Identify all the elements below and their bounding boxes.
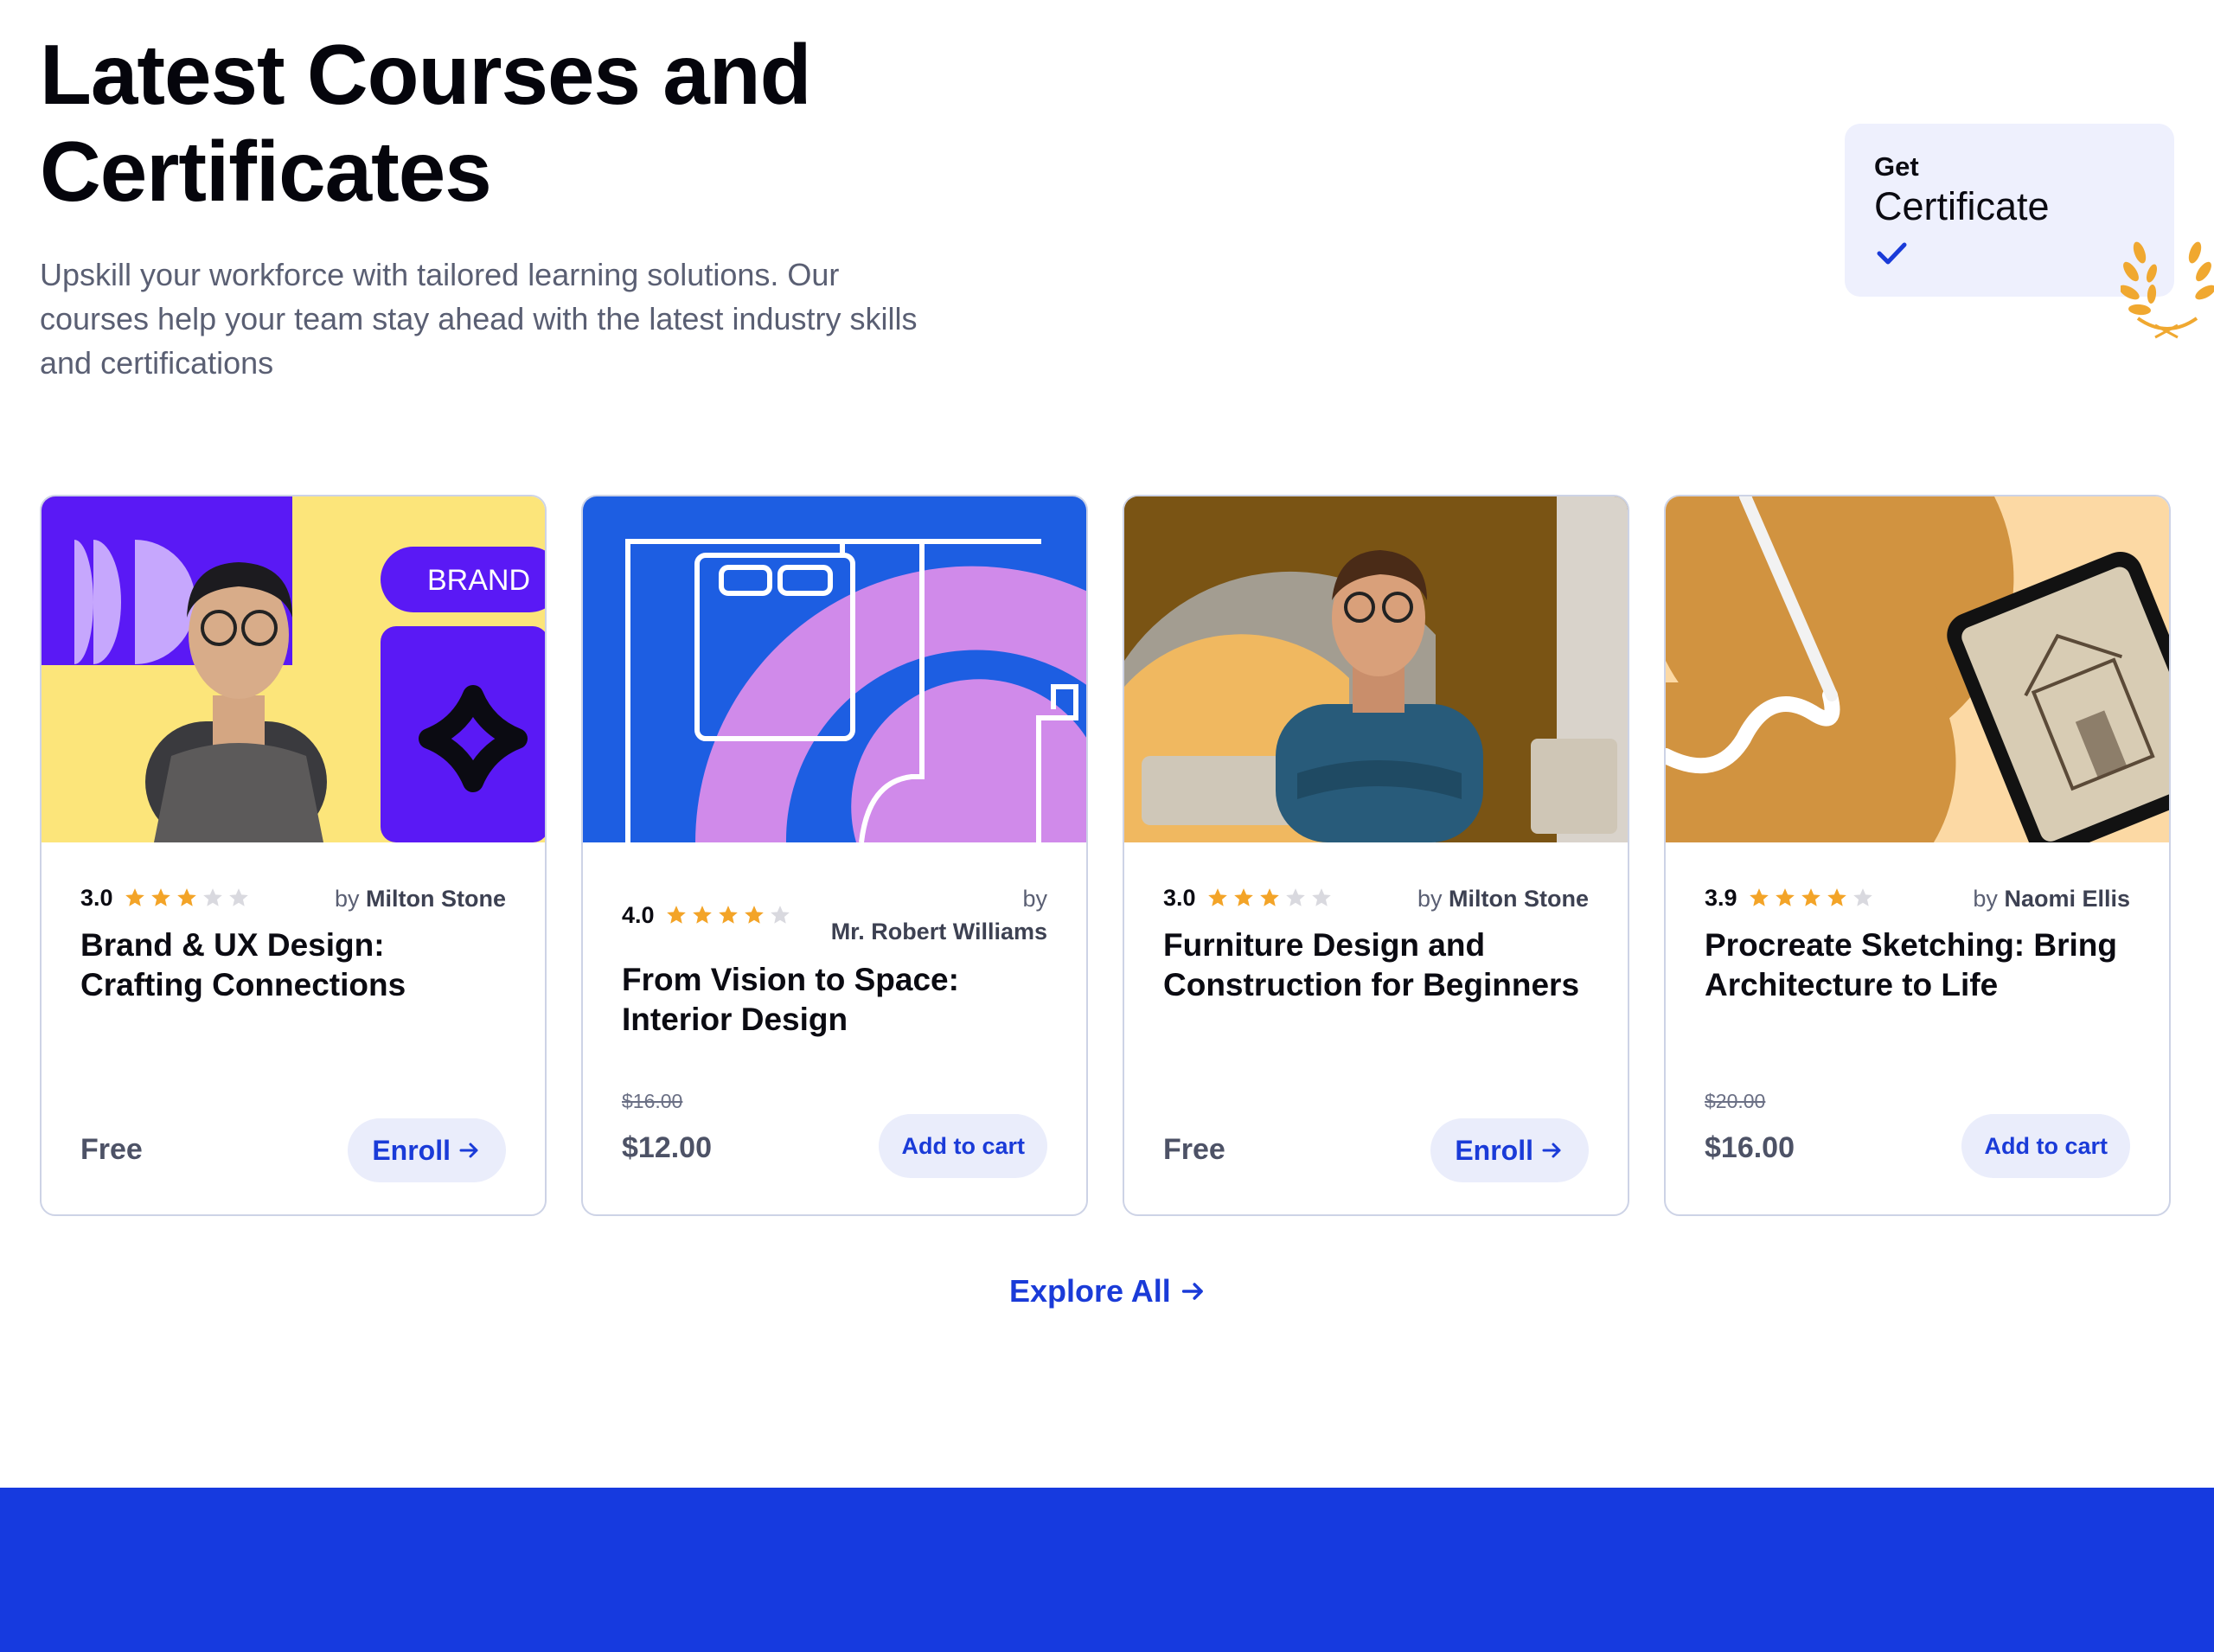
star-filled-icon (718, 906, 738, 924)
course-title[interactable]: Furniture Design and Construction for Be… (1163, 925, 1593, 1005)
certificate-badge-title: Certificate (1874, 184, 2050, 228)
course-thumbnail (583, 496, 1086, 842)
author-name[interactable]: Naomi Ellis (2004, 886, 2130, 912)
rating-value: 4.0 (622, 901, 655, 928)
rating-value: 3.0 (1163, 884, 1196, 911)
rating: 3.0 (80, 882, 250, 913)
rating-value: 3.0 (80, 884, 113, 911)
star-empty-icon (228, 888, 248, 906)
course-meta: 4.0 by Mr. Robert Williams (622, 882, 1047, 951)
footer-band (0, 1488, 2214, 1652)
course-price: Free (1163, 1133, 1225, 1166)
star-empty-icon (1285, 888, 1305, 906)
course-old-price: $20.00 (1705, 1090, 1766, 1112)
add-to-cart-button[interactable]: Add to cart (879, 1114, 1047, 1178)
star-rating (1206, 887, 1333, 909)
add-to-cart-label: Add to cart (1984, 1132, 2108, 1159)
enroll-button-label: Enroll (372, 1134, 451, 1166)
star-filled-icon (1233, 888, 1253, 906)
author-prefix: by (1973, 886, 1998, 912)
explore-all-link[interactable]: Explore All (1009, 1273, 1207, 1309)
arrow-right-icon (1181, 1283, 1203, 1300)
rating: 3.0 (1163, 882, 1333, 913)
star-empty-icon (1311, 888, 1331, 906)
checkmark-icon (1877, 242, 1907, 265)
course-thumbnail: BRAND (42, 496, 545, 842)
laurel-wreath-icon (2121, 241, 2214, 339)
brand-label-text: BRAND (427, 564, 530, 597)
star-filled-icon (1259, 888, 1279, 906)
explore-all-label: Explore All (1009, 1273, 1171, 1309)
star-filled-icon (150, 888, 170, 906)
course-price: Free (80, 1133, 143, 1166)
course-title[interactable]: Brand & UX Design: Crafting Connections (80, 925, 510, 1005)
author-prefix: by (1417, 886, 1443, 912)
course-author: by Mr. Robert Williams (831, 882, 1047, 948)
star-filled-icon (1775, 888, 1795, 906)
star-filled-icon (666, 906, 686, 924)
course-title[interactable]: From Vision to Space: Interior Design (622, 960, 1052, 1040)
enroll-button-label: Enroll (1455, 1134, 1533, 1166)
star-filled-icon (1827, 888, 1846, 906)
rating: 4.0 (622, 900, 791, 931)
course-card[interactable]: 3.0 by Milton Stone Furniture Design and… (1123, 495, 1629, 1216)
star-empty-icon (1852, 888, 1872, 906)
star-filled-icon (1207, 888, 1227, 906)
star-rating (1748, 887, 1874, 909)
star-filled-icon (1749, 888, 1769, 906)
star-rating (665, 904, 791, 926)
course-price: $12.00 (622, 1131, 712, 1164)
rating-value: 3.9 (1705, 884, 1737, 911)
enroll-button[interactable]: Enroll (1430, 1118, 1589, 1182)
page-title-line2: Certificates (40, 124, 492, 219)
star-rating (124, 887, 250, 909)
star-filled-icon (1801, 888, 1820, 906)
enroll-button[interactable]: Enroll (348, 1118, 506, 1182)
star-filled-icon (125, 888, 144, 906)
author-name[interactable]: Mr. Robert Williams (831, 919, 1047, 944)
course-card[interactable]: 3.9 by Naomi Ellis Procreate Sketching: … (1664, 495, 2171, 1216)
course-author: by Naomi Ellis (1973, 882, 2130, 915)
course-thumbnail (1124, 496, 1628, 842)
course-old-price: $16.00 (622, 1090, 683, 1112)
page-title-line1: Latest Courses and (40, 27, 811, 122)
arrow-right-icon (459, 1143, 478, 1158)
add-to-cart-button[interactable]: Add to cart (1961, 1114, 2130, 1178)
page-title: Latest Courses and Certificates (40, 26, 811, 220)
rating: 3.9 (1705, 882, 1874, 913)
course-thumbnail (1666, 496, 2169, 842)
certificate-badge-small-text: Get (1874, 151, 1919, 182)
course-title[interactable]: Procreate Sketching: Bring Architecture … (1705, 925, 2134, 1005)
course-author: by Milton Stone (335, 882, 506, 915)
author-prefix: by (1022, 886, 1047, 912)
star-filled-icon (744, 906, 764, 924)
course-price: $16.00 (1705, 1131, 1795, 1164)
add-to-cart-label: Add to cart (901, 1132, 1025, 1159)
author-name[interactable]: Milton Stone (366, 886, 506, 912)
course-author: by Milton Stone (1417, 882, 1589, 915)
course-card[interactable]: BRAND 3.0 by Milton Stone Brand & UX Des… (40, 495, 547, 1216)
author-prefix: by (334, 886, 360, 912)
star-filled-icon (176, 888, 196, 906)
course-card[interactable]: 4.0 by Mr. Robert Williams From Vision t… (581, 495, 1088, 1216)
arrow-right-icon (1542, 1143, 1561, 1158)
author-name[interactable]: Milton Stone (1449, 886, 1589, 912)
star-empty-icon (202, 888, 222, 906)
page-description: Upskill your workforce with tailored lea… (40, 257, 918, 381)
star-filled-icon (692, 906, 712, 924)
star-empty-icon (770, 906, 790, 924)
